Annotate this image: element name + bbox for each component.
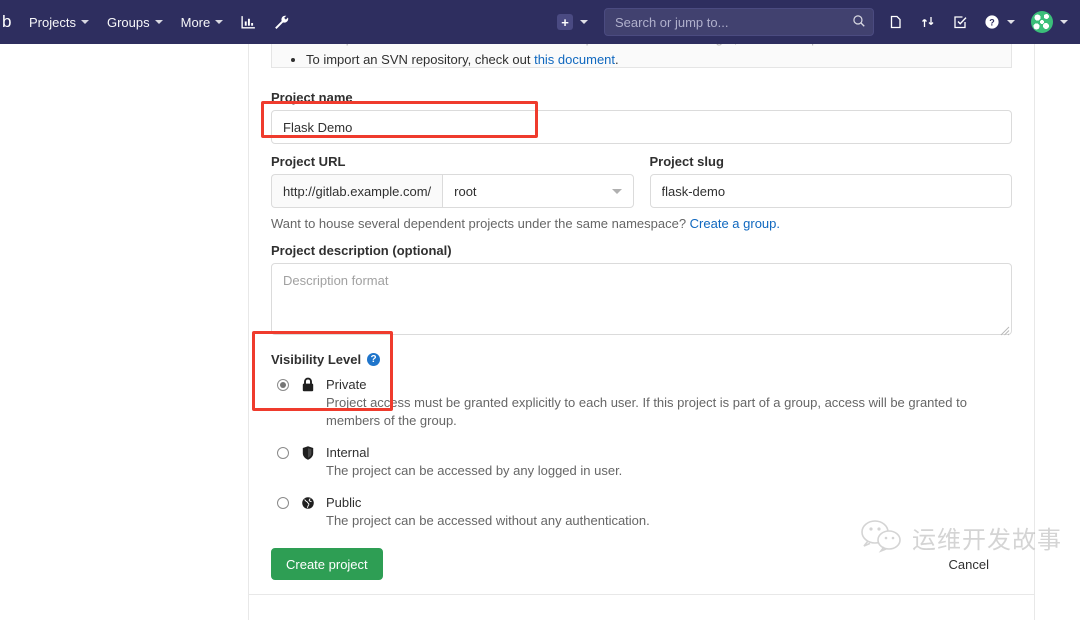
search-input[interactable]	[604, 8, 874, 36]
visibility-option-internal[interactable]: Internal The project can be accessed by …	[271, 444, 1012, 480]
create-group-link[interactable]: Create a group.	[690, 216, 780, 231]
plus-square-icon: +	[557, 14, 573, 30]
nav-item-groups-label: Groups	[106, 14, 150, 30]
project-description-textarea[interactable]	[271, 263, 1012, 335]
notice-svn-text-before: To import an SVN repository, check out	[306, 52, 535, 67]
visibility-option-private[interactable]: Private Project access must be granted e…	[271, 376, 1012, 430]
todos-button[interactable]	[944, 0, 976, 44]
help-button[interactable]: ?	[976, 0, 1023, 44]
radio-public[interactable]	[277, 497, 289, 509]
gitlab-logo[interactable]: b	[2, 12, 20, 32]
create-project-button[interactable]: Create project	[271, 548, 383, 580]
new-project-form: Project name Project URL http://gitlab.e…	[249, 68, 1034, 580]
project-slug-label: Project slug	[649, 154, 724, 169]
namespace-hint: Want to house several dependent projects…	[271, 216, 1012, 231]
project-slug-group: Project slug	[649, 154, 1012, 208]
lock-icon	[301, 377, 317, 396]
svg-text:?: ?	[989, 17, 995, 27]
issues-icon	[890, 15, 901, 29]
nav-item-more[interactable]: More	[172, 0, 233, 44]
visibility-private-body: Private Project access must be granted e…	[326, 376, 1012, 430]
visibility-private-name: Private	[326, 377, 367, 392]
namespace-hint-text: Want to house several dependent projects…	[271, 216, 690, 231]
nav-item-groups[interactable]: Groups	[98, 0, 172, 44]
merge-requests-button[interactable]	[912, 0, 944, 44]
project-description-wrapper	[271, 263, 1012, 338]
wrench-icon	[275, 15, 289, 29]
project-url-prefix: http://gitlab.example.com/	[271, 174, 443, 208]
search-box[interactable]	[604, 8, 874, 36]
chevron-down-icon	[215, 20, 224, 24]
cancel-button[interactable]: Cancel	[936, 548, 1002, 580]
visibility-private-description: Project access must be granted explicitl…	[326, 395, 967, 428]
issues-button[interactable]	[880, 0, 912, 44]
chevron-down-icon	[1007, 20, 1015, 24]
shield-icon	[301, 445, 317, 464]
project-name-label: Project name	[271, 90, 353, 105]
card-bottom-divider	[249, 594, 1034, 620]
svn-document-link[interactable]: this document	[534, 52, 615, 67]
visibility-option-public[interactable]: Public The project can be accessed witho…	[271, 494, 1012, 530]
nav-item-more-label: More	[180, 14, 211, 30]
chevron-down-icon	[154, 20, 163, 24]
notice-svn-text-after: .	[615, 52, 619, 67]
question-circle-icon: ?	[985, 15, 999, 29]
url-slug-row: Project URL http://gitlab.example.com/ r…	[271, 154, 1012, 208]
create-new-button[interactable]: +	[549, 0, 596, 44]
visibility-public-body: Public The project can be accessed witho…	[326, 494, 1012, 530]
namespace-select[interactable]: root	[442, 174, 634, 208]
project-name-input[interactable]	[271, 110, 1012, 144]
bar-chart-icon	[241, 15, 256, 29]
visibility-public-name: Public	[326, 495, 362, 510]
radio-private[interactable]	[277, 379, 289, 391]
merge-request-icon	[922, 17, 934, 27]
visibility-internal-body: Internal The project can be accessed by …	[326, 444, 1012, 480]
visibility-level-title: Visibility Level ?	[271, 352, 1012, 367]
nav-item-projects[interactable]: Projects	[20, 0, 98, 44]
globe-icon	[301, 495, 317, 514]
nav-item-projects-label: Projects	[29, 14, 76, 30]
notice-svn-line: To import an SVN repository, check out t…	[306, 50, 1011, 67]
visibility-level-label: Visibility Level	[271, 352, 362, 367]
project-url-label: Project URL	[271, 154, 346, 169]
namespace-select-value: root	[454, 183, 477, 199]
todo-checkbox-icon	[954, 16, 967, 29]
user-menu-button[interactable]	[1023, 0, 1080, 44]
form-actions: Create project Cancel	[271, 548, 1012, 580]
chevron-down-icon	[580, 20, 588, 24]
project-slug-input[interactable]	[649, 174, 1012, 208]
avatar	[1031, 11, 1053, 33]
chevron-down-icon	[611, 189, 622, 194]
visibility-public-description: The project can be accessed without any …	[326, 513, 650, 528]
project-description-label: Project description (optional)	[271, 243, 452, 258]
project-url-input-group: http://gitlab.example.com/ root	[271, 174, 634, 208]
new-project-card: The import will time out after 100 minut…	[248, 28, 1035, 620]
radio-internal[interactable]	[277, 447, 289, 459]
top-navbar: b Projects Groups More + Search or jump …	[0, 0, 1080, 44]
question-circle-icon[interactable]: ?	[367, 353, 381, 366]
chevron-down-icon	[80, 20, 89, 24]
chevron-down-icon	[1060, 20, 1068, 24]
admin-tools-button[interactable]	[265, 0, 298, 44]
search-icon[interactable]	[852, 14, 866, 28]
visibility-internal-name: Internal	[326, 445, 370, 460]
project-url-group: Project URL http://gitlab.example.com/ r…	[271, 154, 634, 208]
visibility-internal-description: The project can be accessed by any logge…	[326, 463, 623, 478]
analytics-button[interactable]	[232, 0, 265, 44]
